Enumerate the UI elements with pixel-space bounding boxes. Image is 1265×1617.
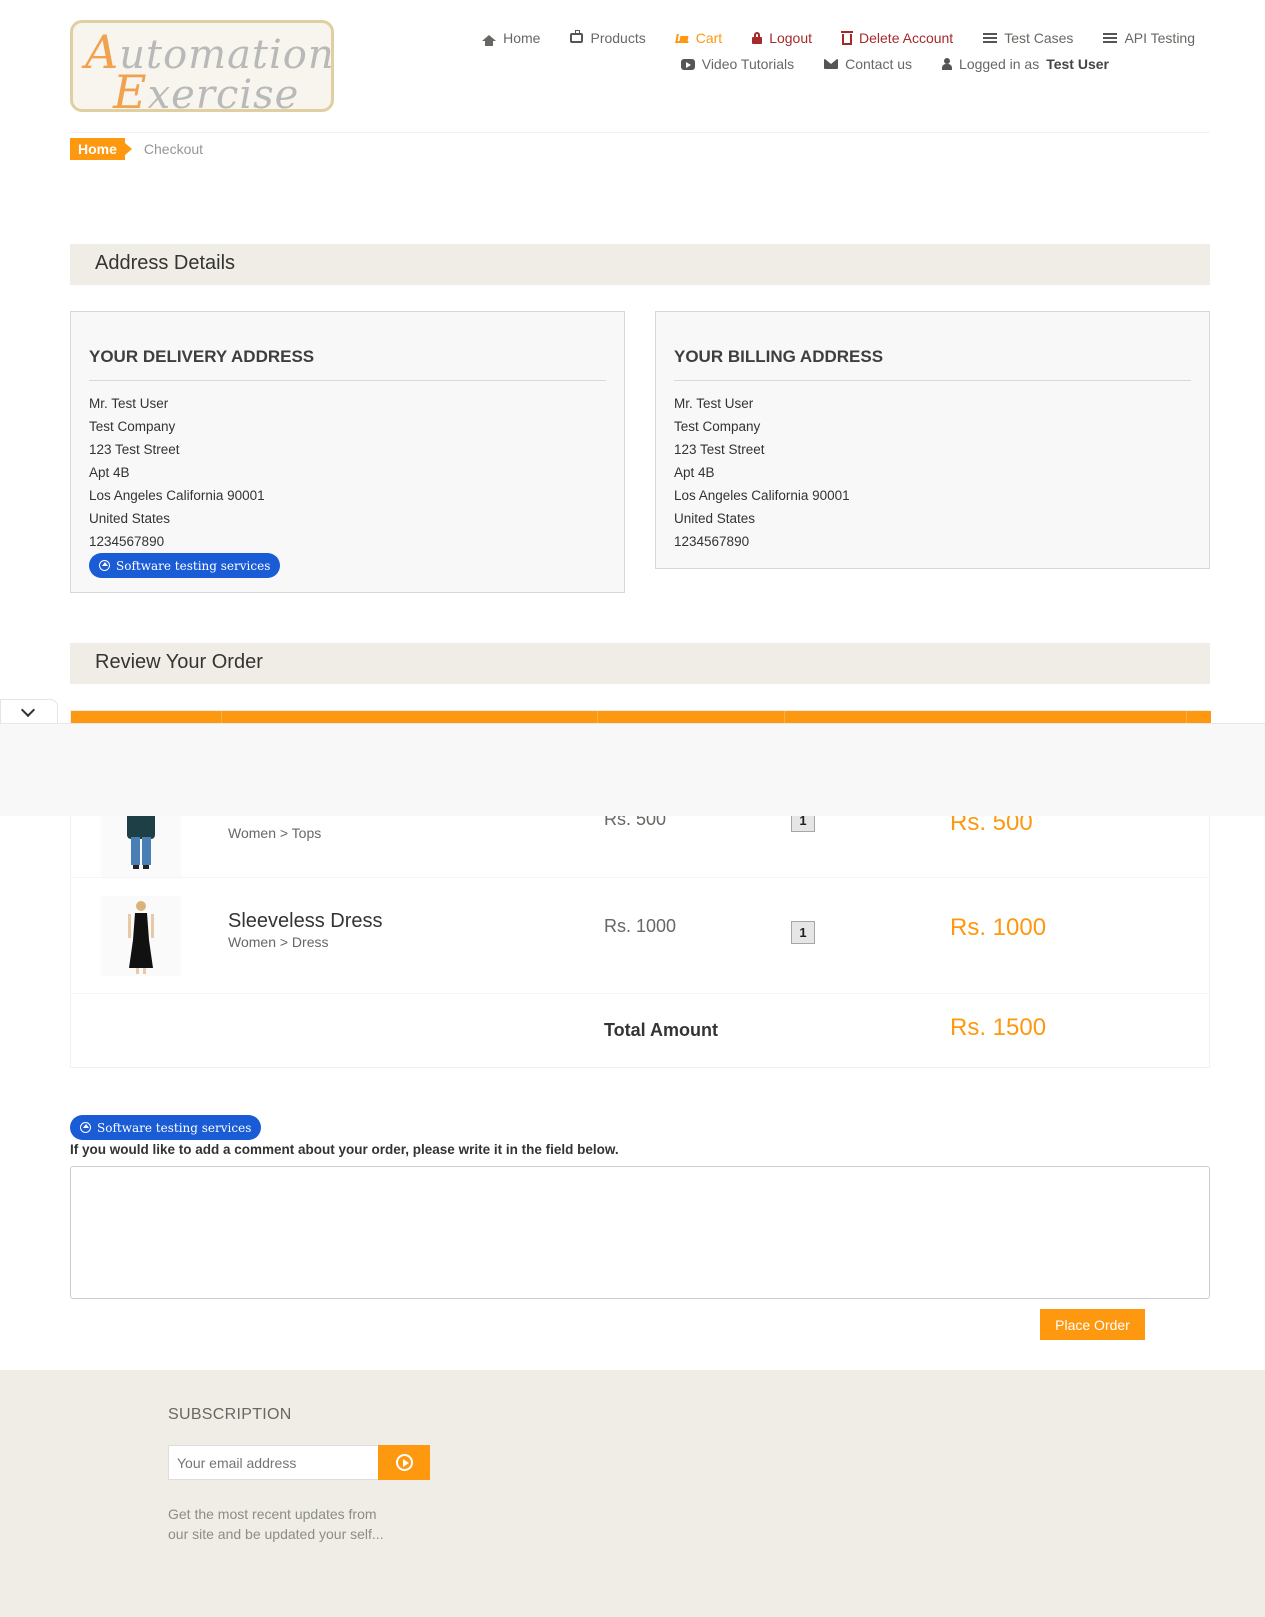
nav-home[interactable]: Home	[482, 30, 540, 46]
delivery-address-lines: Mr. Test User Test Company 123 Test Stre…	[89, 392, 606, 553]
home-icon	[482, 35, 497, 46]
nav-test-cases-label: Test Cases	[1004, 30, 1074, 46]
logo-text-line2: Exercise	[113, 65, 300, 119]
nav-test-cases[interactable]: Test Cases	[983, 30, 1073, 46]
arrow-up-circle-icon	[80, 1122, 91, 1133]
footer: SUBSCRIPTION Get the most recent updates…	[0, 1370, 1265, 1617]
arrow-circle-right-icon	[396, 1454, 413, 1471]
table-row: Sleeveless Dress Women > Dress Rs. 1000 …	[71, 878, 1211, 994]
main-nav: Home Products Cart Logout Delete Account…	[435, 30, 1195, 82]
billing-address-lines: Mr. Test User Test Company 123 Test Stre…	[674, 392, 1191, 553]
header-divider	[70, 132, 1210, 133]
envelope-icon	[824, 59, 839, 69]
product-name[interactable]: Sleeveless Dress	[228, 910, 383, 933]
ad-software-testing-pill[interactable]: Software testing services	[89, 553, 281, 578]
arrow-up-circle-icon	[99, 560, 110, 571]
user-icon	[942, 58, 953, 70]
logged-in-username: Test User	[1046, 56, 1109, 72]
breadcrumb: Home Checkout	[70, 138, 203, 160]
nav-cart[interactable]: Cart	[674, 30, 723, 46]
delivery-name: Mr. Test User	[89, 396, 169, 411]
billing-country: United States	[674, 511, 756, 526]
nav-logout[interactable]: Logout	[752, 30, 812, 46]
product-photo	[128, 901, 154, 974]
nav-api-testing-label: API Testing	[1124, 30, 1195, 46]
nav-cart-label: Cart	[695, 30, 723, 46]
product-quantity: 1	[791, 921, 815, 944]
ad-pill-label: Software testing services	[116, 558, 271, 573]
list-icon	[1103, 32, 1118, 44]
subscription-email-input[interactable]	[168, 1445, 379, 1480]
nav-contact-us-label: Contact us	[845, 56, 913, 72]
briefcase-icon	[570, 30, 584, 43]
delivery-address-title: YOUR DELIVERY ADDRESS	[89, 347, 606, 381]
total-amount-value: Rs. 1500	[950, 1014, 1047, 1041]
nav-logged-in-as[interactable]: Logged in as Test User	[942, 56, 1109, 72]
chevron-down-icon	[20, 702, 36, 718]
overlay-banner	[0, 723, 1265, 816]
delivery-address-box: YOUR DELIVERY ADDRESS Mr. Test User Test…	[70, 311, 625, 593]
delivery-address1: 123 Test Street	[89, 442, 180, 457]
nav-row-primary: Home Products Cart Logout Delete Account…	[435, 30, 1195, 46]
ad-software-testing-pill[interactable]: Software testing services	[70, 1115, 262, 1140]
place-order-button[interactable]: Place Order	[1040, 1309, 1145, 1340]
site-logo[interactable]: Automation Exercise	[70, 20, 334, 119]
nav-row-secondary: Video Tutorials Contact us Logged in as T…	[435, 56, 1195, 72]
product-category: Women > Dress	[228, 934, 329, 950]
billing-city-state-zip: Los Angeles California 90001	[674, 488, 850, 503]
breadcrumb-current: Checkout	[143, 141, 204, 157]
product-price: Rs. 1000	[604, 916, 677, 936]
delivery-phone: 1234567890	[89, 534, 165, 549]
nav-video-tutorials[interactable]: Video Tutorials	[680, 56, 795, 72]
delivery-address2: Apt 4B	[89, 465, 130, 480]
breadcrumb-home[interactable]: Home	[70, 138, 132, 160]
nav-products[interactable]: Products	[570, 30, 646, 46]
subscribe-button[interactable]	[378, 1445, 430, 1480]
lock-icon	[752, 32, 763, 44]
delivery-country: United States	[89, 511, 171, 526]
address-details-heading: Address Details	[70, 244, 1210, 285]
product-category: Women > Tops	[228, 825, 322, 841]
billing-address-title: YOUR BILLING ADDRESS	[674, 347, 1191, 381]
review-order-heading: Review Your Order	[70, 643, 1210, 684]
nav-api-testing[interactable]: API Testing	[1103, 30, 1195, 46]
nav-delete-account[interactable]: Delete Account	[841, 30, 954, 46]
delivery-city-state-zip: Los Angeles California 90001	[89, 488, 265, 503]
total-amount-label: Total Amount	[604, 1020, 718, 1040]
product-total: Rs. 1000	[950, 914, 1047, 941]
youtube-icon	[680, 58, 695, 70]
list-icon	[983, 32, 998, 44]
product-image-sleeveless-dress[interactable]	[101, 896, 181, 976]
billing-company: Test Company	[674, 419, 761, 434]
nav-home-label: Home	[503, 30, 541, 46]
billing-phone: 1234567890	[674, 534, 750, 549]
comment-label: If you would like to add a comment about…	[70, 1142, 619, 1157]
subscription-text: Get the most recent updates from our sit…	[168, 1506, 384, 1542]
nav-products-label: Products	[590, 30, 646, 46]
nav-logout-label: Logout	[769, 30, 813, 46]
ad-pill-label: Software testing services	[97, 1120, 252, 1135]
logged-in-prefix: Logged in as	[959, 56, 1040, 72]
trash-icon	[841, 30, 854, 45]
nav-video-tutorials-label: Video Tutorials	[701, 56, 795, 72]
delivery-company: Test Company	[89, 419, 176, 434]
total-row: Total Amount Rs. 1500	[71, 994, 1211, 1068]
nav-delete-account-label: Delete Account	[859, 30, 954, 46]
billing-name: Mr. Test User	[674, 396, 754, 411]
cart-icon	[674, 33, 690, 43]
overlay-collapse-toggle[interactable]	[0, 699, 58, 723]
billing-address1: 123 Test Street	[674, 442, 765, 457]
subscription-title: SUBSCRIPTION	[168, 1406, 292, 1423]
billing-address-box: YOUR BILLING ADDRESS Mr. Test User Test …	[655, 311, 1210, 569]
billing-address2: Apt 4B	[674, 465, 715, 480]
order-comment-textarea[interactable]	[70, 1166, 1210, 1299]
nav-contact-us[interactable]: Contact us	[824, 56, 912, 72]
